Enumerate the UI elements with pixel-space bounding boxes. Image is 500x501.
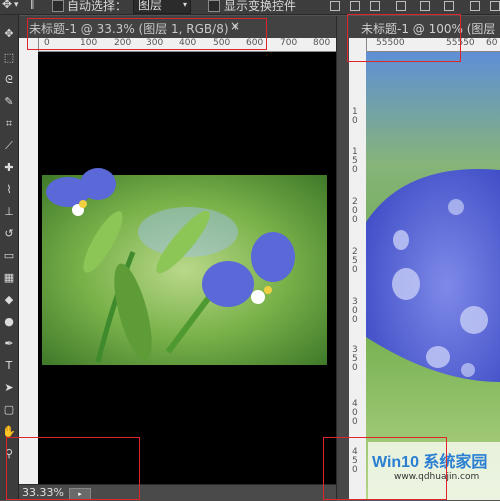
auto-select-checkbox[interactable]: [52, 0, 64, 12]
align-vcenter-icon[interactable]: [350, 1, 360, 11]
options-bar: ✥ ▾ ‖ 自动选择： 图层 ▾ 显示变换控件: [0, 0, 500, 15]
healing-brush-tool-icon[interactable]: ✚: [2, 161, 16, 175]
ruler-tick-label: 1 0: [352, 107, 358, 126]
move-tool-icon[interactable]: ✥: [2, 27, 16, 41]
options-separator-icon: ‖: [30, 0, 35, 10]
eraser-tool-icon[interactable]: ▭: [2, 249, 16, 263]
align-right-icon[interactable]: [444, 1, 454, 11]
pen-tool-icon[interactable]: ✒: [2, 337, 16, 351]
brush-tool-icon[interactable]: ⌇: [2, 183, 16, 197]
eyedropper-tool-icon[interactable]: ⟋: [2, 139, 16, 153]
clone-stamp-tool-icon[interactable]: ⊥: [2, 205, 16, 219]
move-tool-icon[interactable]: ✥: [2, 0, 12, 11]
shape-tool-icon[interactable]: ▢: [2, 403, 16, 417]
auto-select-dropdown[interactable]: 图层 ▾: [133, 0, 191, 14]
align-hcenter-icon[interactable]: [420, 1, 430, 11]
dodge-tool-icon[interactable]: ●: [2, 315, 16, 329]
tool-preset-chevron-icon[interactable]: ▾: [14, 0, 19, 10]
quick-select-tool-icon[interactable]: ✎: [2, 95, 16, 109]
panel-divider[interactable]: [336, 16, 350, 500]
ruler-tick-label: 3 0 0: [352, 297, 358, 325]
history-brush-tool-icon[interactable]: ↺: [2, 227, 16, 241]
ruler-tick-label: 800: [313, 38, 331, 48]
align-top-icon[interactable]: [330, 1, 340, 11]
show-transform-label: 显示变换控件: [224, 0, 297, 13]
highlight-box-doc1-tab: [27, 18, 267, 50]
ruler-tick-label: 2 0 0: [352, 197, 358, 225]
auto-select-value: 图层: [138, 0, 163, 12]
ruler-tick-label: 2 5 0: [352, 247, 358, 275]
auto-select-label: 自动选择：: [67, 0, 128, 13]
align-left-icon[interactable]: [396, 1, 406, 11]
ruler-tick-label: 60: [486, 38, 498, 48]
lasso-tool-icon[interactable]: ᘓ: [2, 73, 16, 87]
gradient-tool-icon[interactable]: ▦: [2, 271, 16, 285]
ruler-tick-label: 1 5 0: [352, 147, 358, 175]
show-transform-checkbox[interactable]: [208, 0, 220, 12]
canvas-1[interactable]: [38, 52, 336, 484]
ruler-tick-label: 700: [280, 38, 298, 48]
ruler-tick-label: 3 5 0: [352, 345, 358, 373]
distribute-icon[interactable]: [470, 1, 480, 11]
path-select-tool-icon[interactable]: ➤: [2, 381, 16, 395]
ruler-tick-label: 4 0 0: [352, 399, 358, 427]
flower-photo-small: [42, 168, 327, 365]
blur-tool-icon[interactable]: ◆: [2, 293, 16, 307]
highlight-box-zoom: [6, 437, 140, 500]
chevron-down-icon: ▾: [182, 0, 187, 9]
canvas-2[interactable]: Win10 系统家园 www.qdhuajin.com: [366, 52, 500, 500]
highlight-box-divider: [323, 437, 447, 500]
tools-panel: ✥ ⬚ ᘓ ✎ ⌗ ⟋ ✚ ⌇ ⊥ ↺ ▭ ▦ ◆ ● ✒ T ➤ ▢ ✋ ⚲: [0, 15, 19, 500]
type-tool-icon[interactable]: T: [2, 359, 16, 373]
crop-tool-icon[interactable]: ⌗: [2, 117, 16, 131]
vertical-ruler-2[interactable]: 1 0 1 5 0 2 0 0 2 5 0 3 0 0 3 5 0 4 0 0 …: [349, 38, 367, 500]
flower-photo-zoomed: [366, 52, 500, 500]
distribute-2-icon[interactable]: [490, 1, 500, 11]
highlight-box-doc2-tab: [347, 14, 461, 62]
align-bottom-icon[interactable]: [370, 1, 380, 11]
marquee-tool-icon[interactable]: ⬚: [2, 51, 16, 65]
vertical-ruler-1[interactable]: [19, 38, 39, 484]
